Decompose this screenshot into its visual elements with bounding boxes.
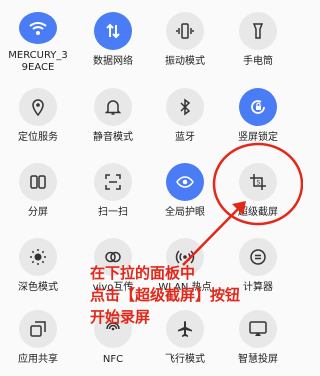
quick-tile-label: 定位服务 bbox=[18, 132, 58, 143]
quick-tile-label: 应用共享 bbox=[18, 354, 58, 365]
scan-icon[interactable] bbox=[94, 163, 132, 201]
quick-tile[interactable]: 数据网络 bbox=[75, 2, 151, 74]
vibrate-icon[interactable] bbox=[166, 12, 204, 50]
quick-tile[interactable]: 手电筒 bbox=[220, 2, 296, 74]
annotation-text: 在下拉的面板中 点击【超级截屏】按钮 开始录屏 bbox=[90, 262, 303, 328]
quick-tile[interactable]: 全局护眼 bbox=[147, 153, 223, 225]
annotation-line: 点击【超级截屏】按钮 bbox=[90, 286, 241, 304]
annotation-line: 开始录屏 bbox=[90, 308, 151, 326]
flashlight-icon[interactable] bbox=[239, 12, 277, 50]
app-share-icon[interactable] bbox=[19, 310, 57, 348]
eye-icon[interactable] bbox=[166, 163, 204, 201]
quick-tile[interactable]: MERCURY_3 9EACE bbox=[0, 2, 76, 74]
quick-tile-label: 竖屏锁定 bbox=[238, 132, 278, 143]
super-screenshot-icon[interactable]: S bbox=[239, 163, 277, 201]
quick-tile-label: 分屏 bbox=[28, 207, 48, 218]
bluetooth-icon[interactable] bbox=[166, 88, 204, 126]
quick-tile-label: 手电筒 bbox=[243, 56, 273, 67]
quick-tile-label: MERCURY_3 9EACE bbox=[8, 50, 68, 73]
quick-tile[interactable]: 振动模式 bbox=[147, 2, 223, 74]
quick-tile-label: 智慧投屏 bbox=[238, 354, 278, 365]
quick-tile-label: 蓝牙 bbox=[175, 132, 195, 143]
mobile-data-icon[interactable] bbox=[94, 12, 132, 50]
quick-tile-label: 静音模式 bbox=[93, 132, 133, 143]
location-icon[interactable] bbox=[19, 88, 57, 126]
rotation-lock-icon[interactable] bbox=[239, 88, 277, 126]
quick-tile[interactable]: 静音模式 bbox=[75, 78, 151, 150]
quick-tile-label: 数据网络 bbox=[93, 56, 133, 67]
annotation-line: 在下拉的面板中 bbox=[90, 264, 196, 282]
quick-tile[interactable]: 分屏 bbox=[0, 153, 76, 225]
quick-tile-label: 振动模式 bbox=[165, 56, 205, 67]
quick-tile-label: 飞行模式 bbox=[165, 354, 205, 365]
quick-tile[interactable]: S 超级截屏 bbox=[220, 153, 296, 225]
bell-icon[interactable] bbox=[94, 88, 132, 126]
quick-tile-label: 全局护眼 bbox=[165, 207, 205, 218]
quick-tile[interactable]: 扫一扫 bbox=[75, 153, 151, 225]
quick-tile[interactable]: 蓝牙 bbox=[147, 78, 223, 150]
quick-tile-label: 超级截屏 bbox=[238, 207, 278, 218]
split-screen-icon[interactable] bbox=[19, 163, 57, 201]
dark-mode-icon[interactable] bbox=[19, 238, 57, 276]
quick-tile[interactable]: 竖屏锁定 bbox=[220, 78, 296, 150]
quick-tile-label: 扫一扫 bbox=[98, 207, 128, 218]
quick-tile-label: NFC bbox=[102, 354, 124, 365]
wifi-icon[interactable] bbox=[19, 12, 57, 44]
quick-tile-label: 深色模式 bbox=[18, 282, 58, 293]
quick-tile[interactable]: 定位服务 bbox=[0, 78, 76, 150]
svg-text:S: S bbox=[257, 180, 261, 187]
quick-tile[interactable]: 应用共享 bbox=[0, 300, 76, 372]
quick-tile[interactable]: 深色模式 bbox=[0, 228, 76, 300]
